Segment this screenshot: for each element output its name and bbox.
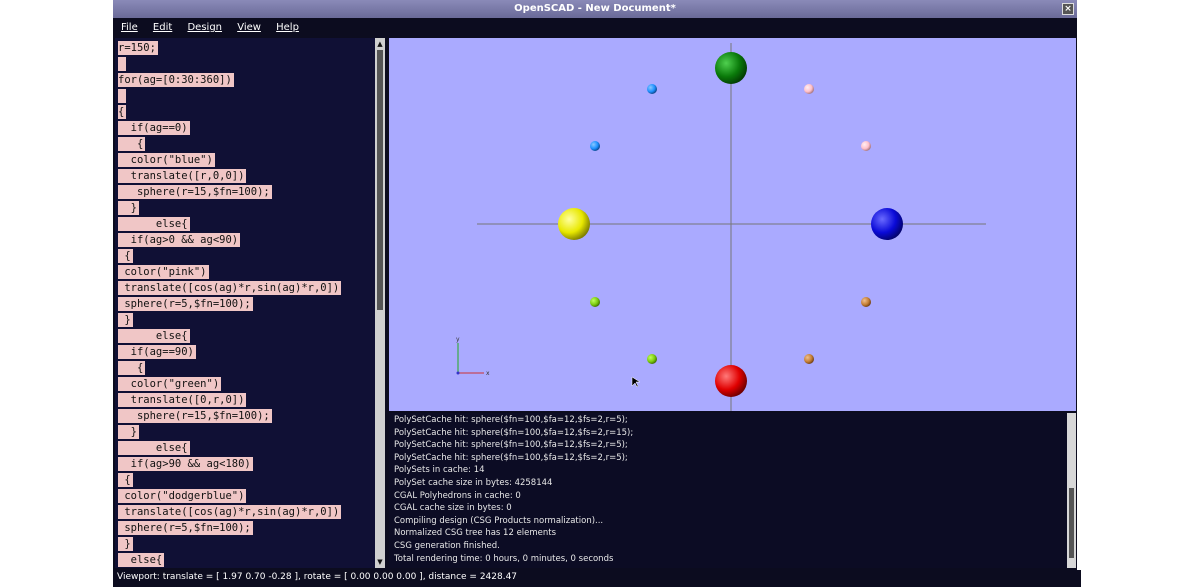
console-line: CGAL Polyhedrons in cache: 0: [394, 490, 521, 501]
scroll-up-icon[interactable]: ▲: [376, 40, 384, 48]
code-line[interactable]: }: [118, 537, 133, 551]
code-editor[interactable]: r=150; for(ag=[0:30:360]) { if(ag==0) { …: [115, 38, 375, 568]
code-line[interactable]: translate([0,r,0]): [118, 393, 247, 407]
openscad-window: OpenSCAD - New Document* × File Edit Des…: [113, 0, 1081, 587]
sphere-peru: [804, 354, 814, 364]
menu-design[interactable]: Design: [183, 19, 226, 36]
code-line[interactable]: {: [118, 249, 133, 263]
svg-text:y: y: [456, 336, 460, 343]
code-line[interactable]: sphere(r=15,$fn=100);: [118, 185, 272, 199]
code-line[interactable]: color("green"): [118, 377, 222, 391]
sphere-yellowgreen: [647, 354, 657, 364]
menu-view[interactable]: View: [233, 19, 265, 36]
code-line[interactable]: {: [118, 361, 146, 375]
console-line: Normalized CSG tree has 12 elements: [394, 528, 557, 539]
sphere-dodgerblue: [647, 84, 657, 94]
console-line: Total rendering time: 0 hours, 0 minutes…: [394, 553, 614, 564]
window-title: OpenSCAD - New Document*: [514, 3, 676, 14]
menu-help[interactable]: Help: [272, 19, 303, 36]
viewport-scene: y x: [456, 43, 986, 411]
code-line[interactable]: {: [118, 105, 127, 119]
axes-gizmo-icon: y x: [456, 336, 490, 377]
mouse-cursor-icon: [631, 376, 641, 388]
scroll-down-icon[interactable]: ▼: [376, 558, 384, 566]
code-line[interactable]: }: [118, 425, 139, 439]
sphere-pink: [861, 141, 871, 151]
console-line: PolySetCache hit: sphere($fn=100,$fa=12,…: [394, 440, 628, 451]
code-line[interactable]: else{: [118, 329, 190, 343]
sphere-blue: [871, 208, 903, 240]
code-line[interactable]: else{: [118, 441, 190, 455]
close-icon[interactable]: ×: [1062, 3, 1074, 15]
code-line[interactable]: color("dodgerblue"): [118, 489, 247, 503]
sphere-green: [715, 52, 747, 84]
sphere-red: [715, 365, 747, 397]
code-line[interactable]: }: [118, 313, 133, 327]
sphere-yellowgreen: [590, 297, 600, 307]
code-line[interactable]: color("pink"): [118, 265, 209, 279]
code-line[interactable]: if(ag>0 && ag<90): [118, 233, 241, 247]
code-line[interactable]: r=150;: [118, 41, 158, 55]
code-line[interactable]: if(ag==0): [118, 121, 190, 135]
code-line[interactable]: {: [118, 137, 146, 151]
code-line[interactable]: color("blue"): [118, 153, 215, 167]
console-line: PolySetCache hit: sphere($fn=100,$fa=12,…: [394, 452, 628, 463]
code-line[interactable]: [118, 57, 127, 71]
svg-text:x: x: [486, 370, 490, 377]
console-output: PolySetCache hit: sphere($fn=100,$fa=12,…: [389, 413, 1067, 568]
title-bar: OpenSCAD - New Document* ×: [113, 0, 1077, 18]
console-line: CGAL cache size in bytes: 0: [394, 503, 512, 514]
sphere-peru: [861, 297, 871, 307]
code-line[interactable]: translate([cos(ag)*r,sin(ag)*r,0]): [118, 505, 342, 519]
code-line[interactable]: if(ag==90): [118, 345, 196, 359]
code-line[interactable]: {: [118, 473, 133, 487]
status-bar: Viewport: translate = [ 1.97 0.70 -0.28 …: [113, 570, 1081, 587]
console-line: CSG generation finished.: [394, 541, 500, 551]
sphere-dodgerblue: [590, 141, 600, 151]
menu-edit[interactable]: Edit: [149, 19, 176, 36]
sphere-pink: [804, 84, 814, 94]
code-line[interactable]: else{: [118, 553, 165, 567]
console-line: Compiling design (CSG Products normaliza…: [394, 515, 604, 526]
editor-scroll-thumb[interactable]: [377, 50, 383, 310]
console-line: PolySetCache hit: sphere($fn=100,$fa=12,…: [394, 415, 628, 425]
menu-file[interactable]: File: [117, 19, 142, 36]
code-line[interactable]: translate([r,0,0]): [118, 169, 247, 183]
console-scrollbar[interactable]: [1067, 413, 1076, 568]
code-line[interactable]: for(ag=[0:30:360]): [118, 73, 234, 87]
code-line[interactable]: [118, 89, 127, 103]
code-line[interactable]: sphere(r=15,$fn=100);: [118, 409, 272, 423]
console-line: PolySetCache hit: sphere($fn=100,$fa=12,…: [394, 427, 634, 438]
editor-scrollbar[interactable]: ▲ ▼: [375, 38, 385, 568]
code-line[interactable]: sphere(r=5,$fn=100);: [118, 297, 253, 311]
3d-viewport[interactable]: y x: [389, 38, 1076, 411]
menu-bar: File Edit Design View Help: [113, 19, 1077, 36]
code-line[interactable]: sphere(r=5,$fn=100);: [118, 521, 253, 535]
code-line[interactable]: translate([cos(ag)*r,sin(ag)*r,0]): [118, 281, 342, 295]
sphere-yellow: [558, 208, 590, 240]
console-line: PolySet cache size in bytes: 4258144: [394, 478, 553, 488]
console-line: PolySets in cache: 14: [394, 465, 485, 476]
code-line[interactable]: else{: [118, 217, 190, 231]
console-scroll-thumb[interactable]: [1069, 488, 1074, 558]
code-line[interactable]: }: [118, 201, 139, 215]
code-line[interactable]: if(ag>90 && ag<180): [118, 457, 253, 471]
